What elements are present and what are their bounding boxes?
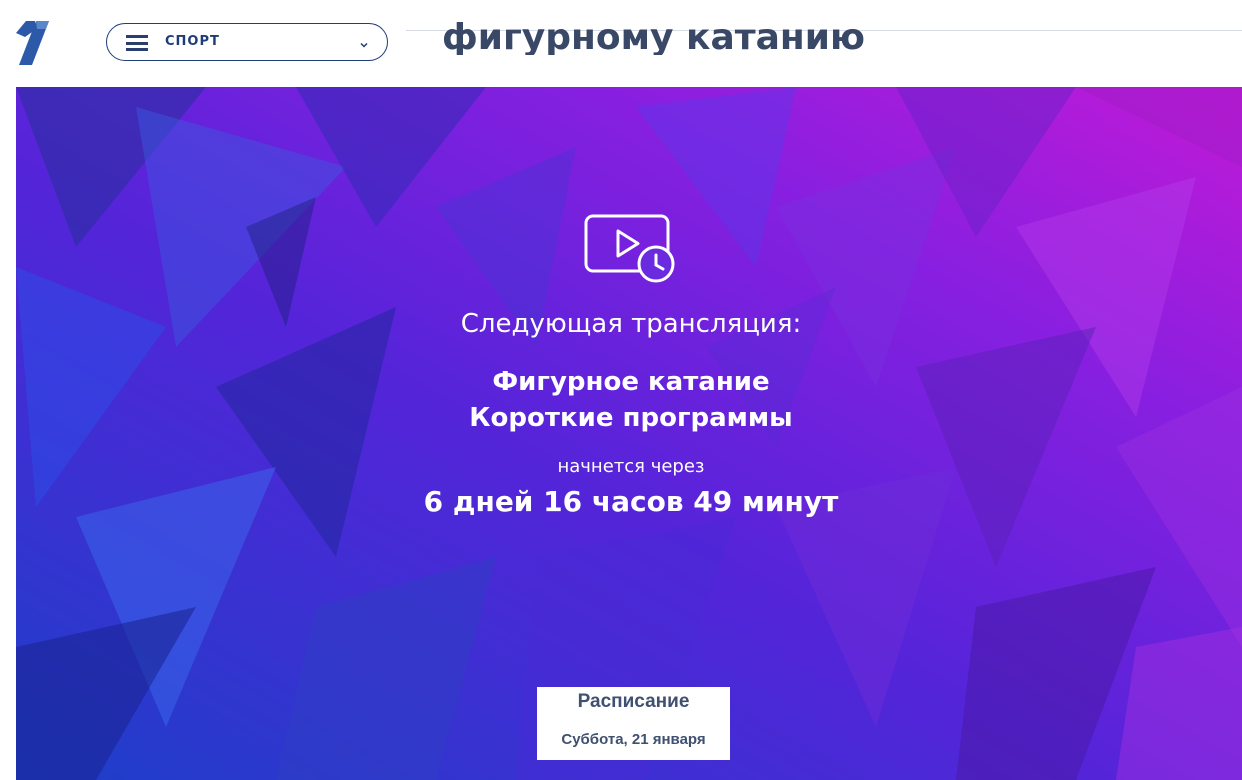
- channel-one-logo-icon[interactable]: [12, 18, 52, 66]
- schedule-date: Суббота, 21 января: [561, 731, 706, 748]
- section-select-label: СПОРТ: [165, 34, 220, 49]
- starts-in-label: начнется через: [557, 456, 705, 477]
- broadcast-player[interactable]: Следующая трансляция: Фигурное катание К…: [16, 87, 1242, 780]
- site-header: СПОРТ фигурному катанию: [0, 0, 1242, 87]
- schedule-title[interactable]: Расписание: [537, 691, 730, 713]
- chevron-down-icon[interactable]: [359, 35, 369, 48]
- video-schedule-icon: [583, 213, 679, 285]
- page-title: фигурному катанию: [442, 17, 865, 55]
- event-name: Фигурное катание: [492, 367, 770, 397]
- section-select[interactable]: СПОРТ: [106, 23, 388, 61]
- next-broadcast-label: Следующая трансляция:: [460, 309, 802, 339]
- player-background: [16, 87, 1242, 780]
- schedule-card[interactable]: Расписание Суббота, 21 января: [537, 687, 730, 760]
- countdown-timer: 6 дней 16 часов 49 минут: [423, 485, 839, 518]
- menu-icon[interactable]: [126, 35, 148, 51]
- event-program: Короткие программы: [469, 403, 793, 433]
